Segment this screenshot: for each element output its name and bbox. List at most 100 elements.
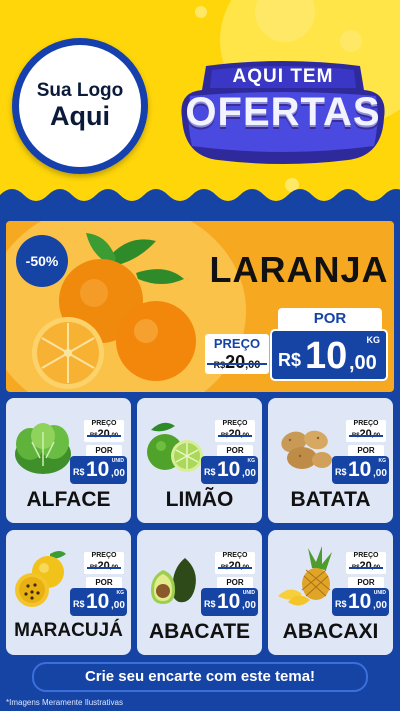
product-card-maracuja[interactable]: PREÇO R$20,00 POR R$ 10 ,00 KG MARACUJÁ bbox=[6, 530, 131, 655]
price-cents: ,00 bbox=[111, 600, 125, 611]
old-price-int: 20 bbox=[359, 428, 372, 440]
price-int: 10 bbox=[217, 590, 241, 613]
featured-product[interactable]: -50% LARANJA PREÇO R$20,00 POR R$ 10 ,00… bbox=[6, 221, 394, 392]
old-price-cents: ,00 bbox=[245, 359, 261, 371]
old-price-int: 20 bbox=[97, 428, 110, 440]
price-unit: KG bbox=[247, 458, 256, 464]
por-label: POR bbox=[348, 445, 384, 456]
badge-title-small: AQUI TEM bbox=[232, 66, 334, 87]
old-price-box: PREÇO R$20,00 bbox=[84, 420, 124, 442]
old-price: R$20,00 bbox=[84, 428, 124, 440]
price-unit: KG bbox=[116, 590, 125, 596]
strikethrough bbox=[87, 435, 121, 437]
old-price-box: PREÇO R$20,00 bbox=[215, 420, 255, 442]
price-unit: KG bbox=[378, 458, 387, 464]
disclaimer: *Imagens Meramente Ilustrativas bbox=[6, 698, 123, 707]
old-price-box: PREÇO R$20,00 bbox=[215, 552, 255, 574]
new-price-box: R$ 10 ,00 KG bbox=[270, 329, 388, 381]
cta-banner[interactable]: Crie seu encarte com este tema! bbox=[32, 662, 368, 692]
price-cents: ,00 bbox=[242, 468, 256, 479]
old-price-int: 20 bbox=[97, 560, 110, 572]
price-currency: R$ bbox=[73, 599, 85, 609]
product-name: BATATA bbox=[290, 488, 371, 511]
new-price-box: R$ 10 ,00 KG bbox=[332, 456, 389, 484]
pineapple-icon bbox=[278, 546, 332, 606]
price-int: 10 bbox=[348, 590, 372, 613]
price-currency: R$ bbox=[335, 467, 347, 477]
decor-bubble bbox=[340, 30, 362, 52]
por-label: POR bbox=[348, 577, 384, 588]
preco-label: PREÇO bbox=[91, 420, 117, 427]
price-currency: R$ bbox=[204, 467, 216, 477]
old-price: R$20,00 bbox=[346, 560, 386, 572]
price-cents: ,00 bbox=[373, 600, 387, 611]
old-price: R$20,00 bbox=[215, 560, 255, 572]
wave-divider bbox=[0, 189, 400, 223]
por-label: POR bbox=[278, 308, 382, 330]
potato-icon bbox=[281, 430, 332, 469]
logo-line-1: Sua Logo bbox=[36, 79, 124, 101]
product-name: ABACAXI bbox=[282, 620, 379, 643]
old-price: R$20,00 bbox=[346, 428, 386, 440]
lettuce-icon bbox=[15, 423, 71, 474]
old-price-int: 20 bbox=[359, 560, 372, 572]
new-price-box: R$ 10 ,00 UNID bbox=[201, 588, 258, 616]
por-label: POR bbox=[217, 577, 253, 588]
old-price: R$20,00 bbox=[215, 428, 255, 440]
strikethrough bbox=[207, 363, 267, 365]
product-card-batata[interactable]: PREÇO R$20,00 POR R$ 10 ,00 KG BATATA bbox=[268, 398, 393, 523]
preco-label: PREÇO bbox=[222, 420, 248, 427]
price-currency: R$ bbox=[335, 599, 347, 609]
product-card-abacate[interactable]: PREÇO R$20,00 POR R$ 10 ,00 UNID ABACATE bbox=[137, 530, 262, 655]
price-cents: ,00 bbox=[111, 468, 125, 479]
preco-label: PREÇO bbox=[222, 552, 248, 559]
preco-label: PREÇO bbox=[353, 552, 379, 559]
price-int: 10 bbox=[348, 458, 372, 481]
preco-label: PREÇO bbox=[353, 420, 379, 427]
featured-name: LARANJA bbox=[209, 249, 389, 290]
old-price-box: PREÇO R$20,00 bbox=[346, 552, 386, 574]
price-int: 10 bbox=[217, 458, 241, 481]
price-cents: ,00 bbox=[349, 352, 377, 374]
avocado-icon bbox=[151, 558, 196, 604]
por-label: POR bbox=[86, 577, 122, 588]
preco-label: PREÇO bbox=[91, 552, 117, 559]
por-label: POR bbox=[217, 445, 253, 456]
logo-line-2: Aqui bbox=[50, 100, 110, 131]
price-cents: ,00 bbox=[373, 468, 387, 479]
price-unit: UNID bbox=[373, 590, 386, 596]
passion-fruit-icon bbox=[15, 551, 66, 607]
lime-icon bbox=[147, 422, 203, 472]
old-price-int: 20 bbox=[228, 560, 241, 572]
strikethrough bbox=[349, 567, 383, 569]
product-card-alface[interactable]: PREÇO R$20,00 POR R$ 10 ,00 UNID ALFACE bbox=[6, 398, 131, 523]
old-price: R$20,00 bbox=[84, 560, 124, 572]
product-name: MARACUJÁ bbox=[14, 620, 123, 641]
price-currency: R$ bbox=[73, 467, 85, 477]
old-price-box: PREÇO R$20,00 bbox=[84, 552, 124, 574]
badge-title-large: OFERTAS bbox=[185, 90, 381, 134]
price-currency: R$ bbox=[204, 599, 216, 609]
old-price-int: 20 bbox=[225, 352, 246, 372]
new-price-box: R$ 10 ,00 UNID bbox=[70, 456, 127, 484]
old-price-int: 20 bbox=[228, 428, 241, 440]
new-price-box: R$ 10 ,00 KG bbox=[201, 456, 258, 484]
product-card-limao[interactable]: PREÇO R$20,00 POR R$ 10 ,00 KG LIMÃO bbox=[137, 398, 262, 523]
price-int: 10 bbox=[86, 590, 110, 613]
strikethrough bbox=[349, 435, 383, 437]
price-cents: ,00 bbox=[242, 600, 256, 611]
price-int: 10 bbox=[86, 458, 110, 481]
old-price-currency: R$ bbox=[213, 360, 226, 370]
price-unit: UNID bbox=[242, 590, 255, 596]
product-card-abacaxi[interactable]: PREÇO R$20,00 POR R$ 10 ,00 UNID ABACAXI bbox=[268, 530, 393, 655]
strikethrough bbox=[218, 435, 252, 437]
price-int: 10 bbox=[305, 335, 348, 377]
logo-placeholder: Sua Logo Aqui bbox=[12, 38, 148, 174]
product-name: ALFACE bbox=[26, 488, 111, 511]
product-name: ABACATE bbox=[148, 620, 251, 643]
por-label: POR bbox=[86, 445, 122, 456]
price-unit: KG bbox=[366, 335, 381, 345]
new-price-box: R$ 10 ,00 KG bbox=[70, 588, 127, 616]
preco-label: PREÇO bbox=[213, 336, 261, 351]
price-unit: UNID bbox=[111, 458, 124, 464]
